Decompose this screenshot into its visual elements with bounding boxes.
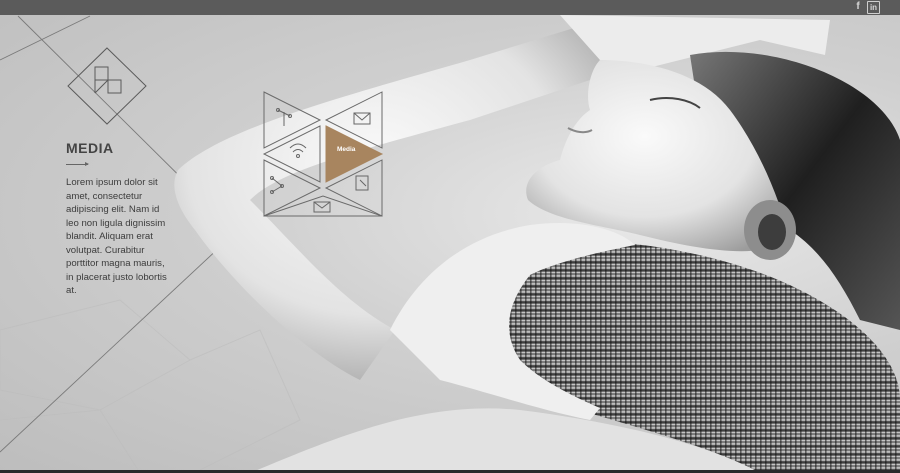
top-bar: f in [0, 0, 900, 15]
polygon-background [0, 299, 301, 473]
menu-item-media-label[interactable]: Media [337, 146, 359, 153]
section-title: MEDIA [66, 140, 114, 156]
facebook-icon[interactable]: f [852, 1, 864, 13]
arrow-right-icon[interactable] [66, 162, 89, 166]
linkedin-icon[interactable]: in [867, 1, 880, 14]
envelope-icon [313, 201, 331, 213]
logo-icon [67, 47, 147, 125]
menu-item-envelope[interactable] [263, 195, 383, 217]
page: f in Media MEDIA Lorem ipsum dolor sit a… [0, 0, 900, 473]
section-body-text: Lorem ipsum dolor sit amet, consectetur … [66, 177, 167, 296]
edit-icon [355, 175, 369, 191]
